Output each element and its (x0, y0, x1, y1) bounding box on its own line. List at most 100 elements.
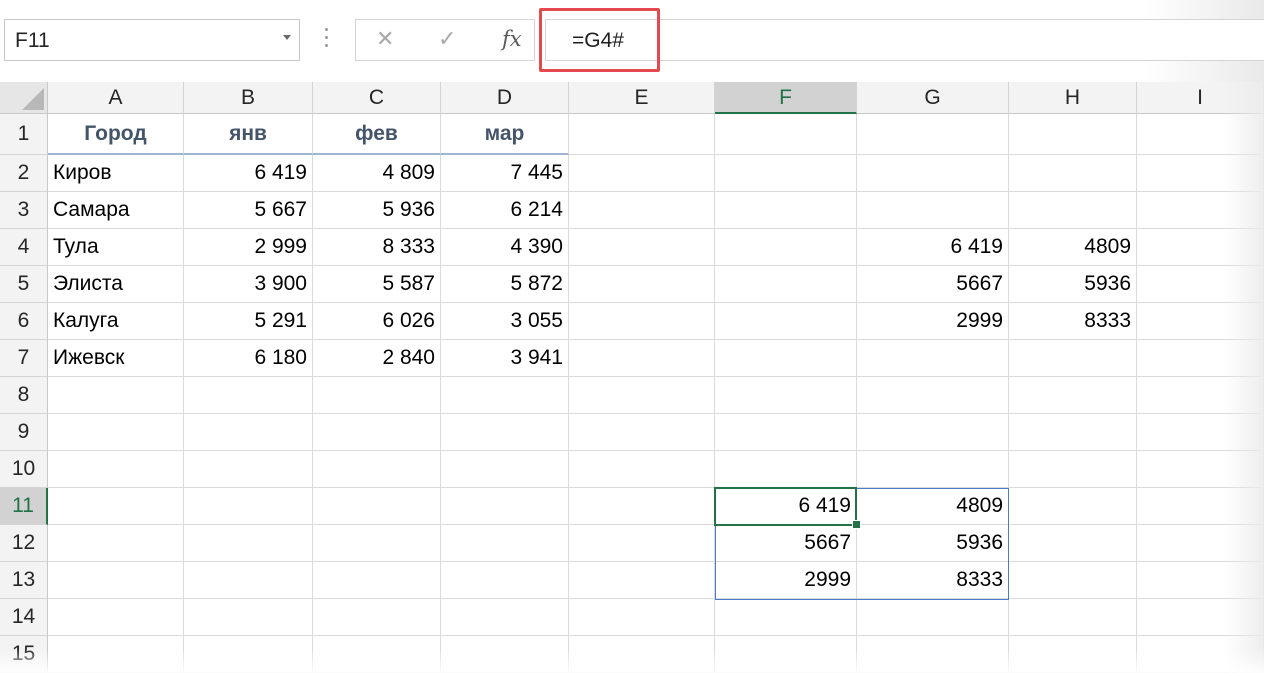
cell-b2[interactable]: 6 419 (184, 155, 313, 192)
cell-h6[interactable]: 8333 (1009, 303, 1137, 340)
cell-f14[interactable] (715, 599, 857, 636)
row-header-8[interactable]: 8 (0, 377, 48, 414)
cell-d13[interactable] (441, 562, 569, 599)
cell-f15[interactable] (715, 636, 857, 673)
cell-a3[interactable]: Самара (48, 192, 184, 229)
cell-g11[interactable]: 4809 (857, 488, 1009, 525)
cell-d14[interactable] (441, 599, 569, 636)
enter-icon[interactable]: ✓ (438, 26, 456, 52)
select-all-button[interactable] (0, 82, 48, 114)
cell-g7[interactable] (857, 340, 1009, 377)
cell-d1[interactable]: мар (441, 114, 569, 155)
cell-e7[interactable] (569, 340, 715, 377)
cell-e12[interactable] (569, 525, 715, 562)
cell-b5[interactable]: 3 900 (184, 266, 313, 303)
cell-f4[interactable] (715, 229, 857, 266)
cell-g8[interactable] (857, 377, 1009, 414)
cell-i4[interactable] (1137, 229, 1264, 266)
cell-i5[interactable] (1137, 266, 1264, 303)
row-header-14[interactable]: 14 (0, 599, 48, 636)
cell-b6[interactable]: 5 291 (184, 303, 313, 340)
cell-f10[interactable] (715, 451, 857, 488)
cell-h12[interactable] (1009, 525, 1137, 562)
cell-g12[interactable]: 5936 (857, 525, 1009, 562)
cell-f2[interactable] (715, 155, 857, 192)
cell-b12[interactable] (184, 525, 313, 562)
cell-a10[interactable] (48, 451, 184, 488)
cell-b8[interactable] (184, 377, 313, 414)
cell-f6[interactable] (715, 303, 857, 340)
cell-b3[interactable]: 5 667 (184, 192, 313, 229)
cell-d3[interactable]: 6 214 (441, 192, 569, 229)
row-header-10[interactable]: 10 (0, 451, 48, 488)
column-header-b[interactable]: B (184, 82, 313, 114)
cell-h4[interactable]: 4809 (1009, 229, 1137, 266)
cell-h8[interactable] (1009, 377, 1137, 414)
cell-a1[interactable]: Город (48, 114, 184, 155)
cell-g4[interactable]: 6 419 (857, 229, 1009, 266)
cell-b10[interactable] (184, 451, 313, 488)
cell-i8[interactable] (1137, 377, 1264, 414)
cell-i11[interactable] (1137, 488, 1264, 525)
worksheet-grid[interactable]: A B C D E F G H I 1 Город янв фев мар 2 Киров 6 419 4 809… (0, 82, 1264, 673)
column-header-a[interactable]: A (48, 82, 184, 114)
cell-b13[interactable] (184, 562, 313, 599)
cell-i9[interactable] (1137, 414, 1264, 451)
cell-h3[interactable] (1009, 192, 1137, 229)
cell-f1[interactable] (715, 114, 857, 155)
cell-b15[interactable] (184, 636, 313, 673)
cell-b7[interactable]: 6 180 (184, 340, 313, 377)
row-header-12[interactable]: 12 (0, 525, 48, 562)
cell-h11[interactable] (1009, 488, 1137, 525)
cell-f3[interactable] (715, 192, 857, 229)
cell-d4[interactable]: 4 390 (441, 229, 569, 266)
cell-e4[interactable] (569, 229, 715, 266)
cell-f13[interactable]: 2999 (715, 562, 857, 599)
cell-h1[interactable] (1009, 114, 1137, 155)
cell-e9[interactable] (569, 414, 715, 451)
column-header-d[interactable]: D (441, 82, 569, 114)
cell-b1[interactable]: янв (184, 114, 313, 155)
cell-g2[interactable] (857, 155, 1009, 192)
cell-e6[interactable] (569, 303, 715, 340)
row-header-6[interactable]: 6 (0, 303, 48, 340)
row-header-4[interactable]: 4 (0, 229, 48, 266)
drag-handle-icon[interactable] (325, 28, 329, 52)
column-header-g[interactable]: G (857, 82, 1009, 114)
cell-e1[interactable] (569, 114, 715, 155)
cancel-icon[interactable]: ✕ (376, 26, 394, 52)
cell-f5[interactable] (715, 266, 857, 303)
cell-d9[interactable] (441, 414, 569, 451)
fill-handle[interactable] (852, 520, 861, 529)
cell-f11[interactable]: 6 419 (715, 488, 857, 525)
row-header-3[interactable]: 3 (0, 192, 48, 229)
cell-a2[interactable]: Киров (48, 155, 184, 192)
chevron-down-icon[interactable] (283, 35, 291, 40)
row-header-11[interactable]: 11 (0, 488, 48, 525)
cell-h10[interactable] (1009, 451, 1137, 488)
column-header-i[interactable]: I (1137, 82, 1264, 114)
cell-e11[interactable] (569, 488, 715, 525)
cell-c1[interactable]: фев (313, 114, 441, 155)
cell-c8[interactable] (313, 377, 441, 414)
cell-e10[interactable] (569, 451, 715, 488)
cell-g3[interactable] (857, 192, 1009, 229)
cell-d6[interactable]: 3 055 (441, 303, 569, 340)
cell-a14[interactable] (48, 599, 184, 636)
cell-f12[interactable]: 5667 (715, 525, 857, 562)
cell-d11[interactable] (441, 488, 569, 525)
cell-i7[interactable] (1137, 340, 1264, 377)
cell-b14[interactable] (184, 599, 313, 636)
cell-g10[interactable] (857, 451, 1009, 488)
row-header-1[interactable]: 1 (0, 114, 48, 155)
cell-d15[interactable] (441, 636, 569, 673)
cell-a9[interactable] (48, 414, 184, 451)
cell-e15[interactable] (569, 636, 715, 673)
cell-g1[interactable] (857, 114, 1009, 155)
cell-i14[interactable] (1137, 599, 1264, 636)
cell-h5[interactable]: 5936 (1009, 266, 1137, 303)
cell-h7[interactable] (1009, 340, 1137, 377)
cell-c5[interactable]: 5 587 (313, 266, 441, 303)
cell-c13[interactable] (313, 562, 441, 599)
cell-i10[interactable] (1137, 451, 1264, 488)
